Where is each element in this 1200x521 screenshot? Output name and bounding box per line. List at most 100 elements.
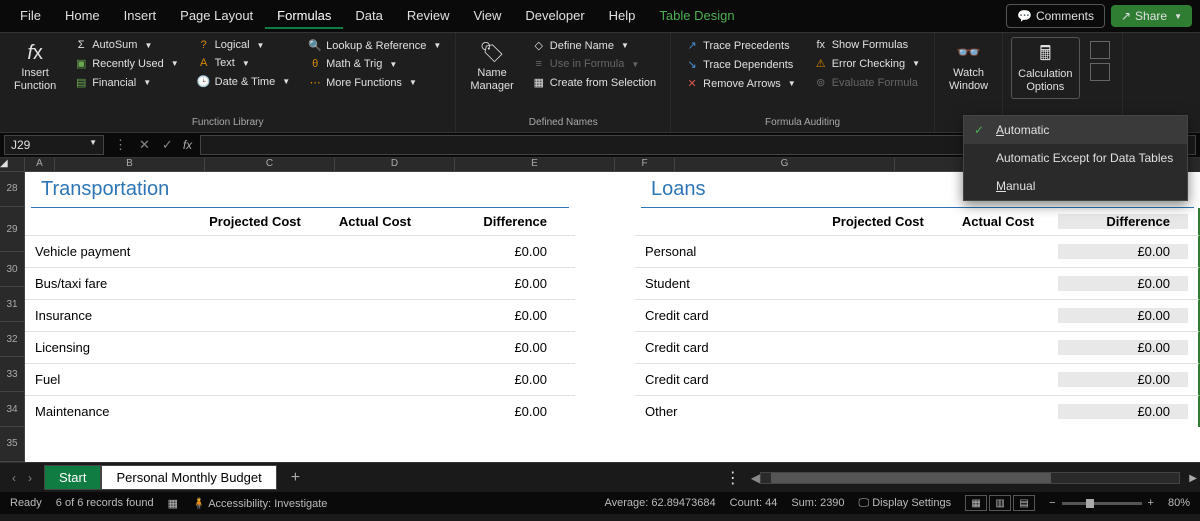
row-header[interactable]: 31 (0, 287, 25, 322)
cell-actual[interactable] (315, 244, 435, 259)
zoom-thumb[interactable] (1086, 499, 1094, 508)
comments-button[interactable]: 💬Comments (1006, 4, 1105, 28)
cell-projected[interactable] (195, 244, 315, 259)
col-header-g[interactable]: G (675, 158, 895, 172)
display-settings-button[interactable]: 🖵 Display Settings (859, 497, 952, 510)
financial-button[interactable]: ▤Financial▼ (68, 74, 184, 91)
col-header-f[interactable]: F (615, 158, 675, 172)
table-row[interactable]: Insurance£0.00 (25, 299, 575, 331)
lookup-reference-button[interactable]: 🔍Lookup & Reference▼ (302, 37, 447, 54)
remove-arrows-button[interactable]: ✕Remove Arrows▼ (679, 75, 802, 92)
col-header-d[interactable]: D (335, 158, 455, 172)
menu-home[interactable]: Home (53, 4, 112, 29)
zoom-in-button[interactable]: + (1148, 497, 1154, 509)
table-row[interactable]: Fuel£0.00 (25, 363, 575, 395)
tabs-menu-button[interactable]: ⋮ (715, 468, 751, 488)
dropdown-auto-except[interactable]: Automatic Except for Data Tables (964, 144, 1187, 172)
row-header[interactable]: 30 (0, 252, 25, 287)
table-row[interactable]: Personal£0.00 (635, 235, 1200, 267)
dropdown-automatic[interactable]: ✓ Automatic (964, 116, 1187, 144)
cell-projected[interactable] (195, 276, 315, 291)
row-header[interactable]: 34 (0, 392, 25, 427)
cell-projected[interactable] (195, 340, 315, 355)
cell-actual[interactable] (315, 372, 435, 387)
name-box[interactable]: J29▼ (4, 135, 104, 155)
formula-bar-menu[interactable]: ⋮ (108, 137, 133, 153)
hscroll-right[interactable]: ▶ (1189, 473, 1197, 484)
sheet-grid[interactable]: Transportation Projected Cost Actual Cos… (25, 172, 1200, 462)
math-trig-button[interactable]: θMath & Trig▼ (302, 56, 447, 72)
view-page-break[interactable]: ▤ (1013, 495, 1035, 511)
table-row[interactable]: Vehicle payment£0.00 (25, 235, 575, 267)
select-all-corner[interactable]: ◢ (0, 158, 25, 172)
cell-actual[interactable] (938, 244, 1058, 259)
menu-formulas[interactable]: Formulas (265, 4, 343, 29)
logical-button[interactable]: ?Logical▼ (191, 37, 296, 53)
calculation-options-button[interactable]: 🖩 Calculation Options (1011, 37, 1079, 99)
cell-actual[interactable] (315, 340, 435, 355)
menu-table-design[interactable]: Table Design (647, 4, 746, 29)
cell-actual[interactable] (315, 308, 435, 323)
menu-data[interactable]: Data (343, 4, 394, 29)
cell-actual[interactable] (315, 276, 435, 291)
fx-icon[interactable]: fx (179, 138, 196, 152)
share-button[interactable]: ↗Share▼ (1111, 5, 1192, 27)
enter-formula-button[interactable]: ✓ (156, 137, 179, 153)
tab-add-button[interactable]: + (277, 469, 314, 487)
row-header[interactable]: 29 (0, 207, 25, 252)
table-row[interactable]: Credit card£0.00 (635, 363, 1200, 395)
table-row[interactable]: Maintenance£0.00 (25, 395, 575, 427)
autosum-button[interactable]: ΣAutoSum▼ (68, 37, 184, 53)
recently-used-button[interactable]: ▣Recently Used▼ (68, 55, 184, 72)
cell-projected[interactable] (818, 404, 938, 419)
menu-view[interactable]: View (461, 4, 513, 29)
table-row[interactable]: Credit card£0.00 (635, 331, 1200, 363)
table-row[interactable]: Credit card£0.00 (635, 299, 1200, 331)
table-row[interactable]: Student£0.00 (635, 267, 1200, 299)
horizontal-scrollbar[interactable]: ▶ (760, 472, 1180, 484)
zoom-track[interactable] (1062, 502, 1142, 505)
table-row[interactable]: Bus/taxi fare£0.00 (25, 267, 575, 299)
calculate-now-button[interactable] (1090, 41, 1110, 59)
show-formulas-button[interactable]: fxShow Formulas (808, 37, 926, 53)
status-macro[interactable]: ▦ (168, 497, 178, 510)
row-header[interactable]: 28 (0, 172, 25, 207)
cell-actual[interactable] (938, 372, 1058, 387)
menu-page-layout[interactable]: Page Layout (168, 4, 265, 29)
cell-actual[interactable] (938, 404, 1058, 419)
row-header[interactable]: 32 (0, 322, 25, 357)
cell-projected[interactable] (818, 244, 938, 259)
watch-window-button[interactable]: 👓 Watch Window (943, 37, 994, 97)
error-checking-button[interactable]: ⚠Error Checking▼ (808, 55, 926, 72)
cell-projected[interactable] (818, 340, 938, 355)
create-from-selection-button[interactable]: ▦Create from Selection (526, 74, 662, 91)
row-header[interactable]: 35 (0, 427, 25, 462)
cell-projected[interactable] (195, 404, 315, 419)
col-header-c[interactable]: C (205, 158, 335, 172)
menu-file[interactable]: File (8, 4, 53, 29)
view-normal[interactable]: ▦ (965, 495, 987, 511)
cell-projected[interactable] (195, 372, 315, 387)
tab-nav-next[interactable]: › (28, 471, 32, 485)
calculate-sheet-button[interactable] (1090, 63, 1110, 81)
cell-projected[interactable] (818, 276, 938, 291)
text-button[interactable]: AText▼ (191, 55, 296, 71)
zoom-slider[interactable]: − + (1049, 497, 1154, 509)
tab-start[interactable]: Start (44, 465, 101, 490)
scrollbar-thumb[interactable] (771, 473, 1051, 483)
zoom-out-button[interactable]: − (1049, 497, 1055, 509)
tab-personal-monthly-budget[interactable]: Personal Monthly Budget (101, 465, 276, 490)
hscroll-left[interactable]: ◀ (751, 471, 760, 485)
zoom-level[interactable]: 80% (1168, 497, 1190, 509)
trace-dependents-button[interactable]: ↘Trace Dependents (679, 56, 802, 73)
cancel-formula-button[interactable]: ✕ (133, 137, 156, 153)
cell-projected[interactable] (195, 308, 315, 323)
cell-actual[interactable] (938, 276, 1058, 291)
insert-function-button[interactable]: fx Insert Function (8, 37, 62, 97)
cell-projected[interactable] (818, 308, 938, 323)
define-name-button[interactable]: ◇Define Name▼ (526, 37, 662, 54)
col-header-a[interactable]: A (25, 158, 55, 172)
row-header[interactable]: 33 (0, 357, 25, 392)
date-time-button[interactable]: 🕒Date & Time▼ (191, 73, 296, 90)
menu-developer[interactable]: Developer (513, 4, 596, 29)
